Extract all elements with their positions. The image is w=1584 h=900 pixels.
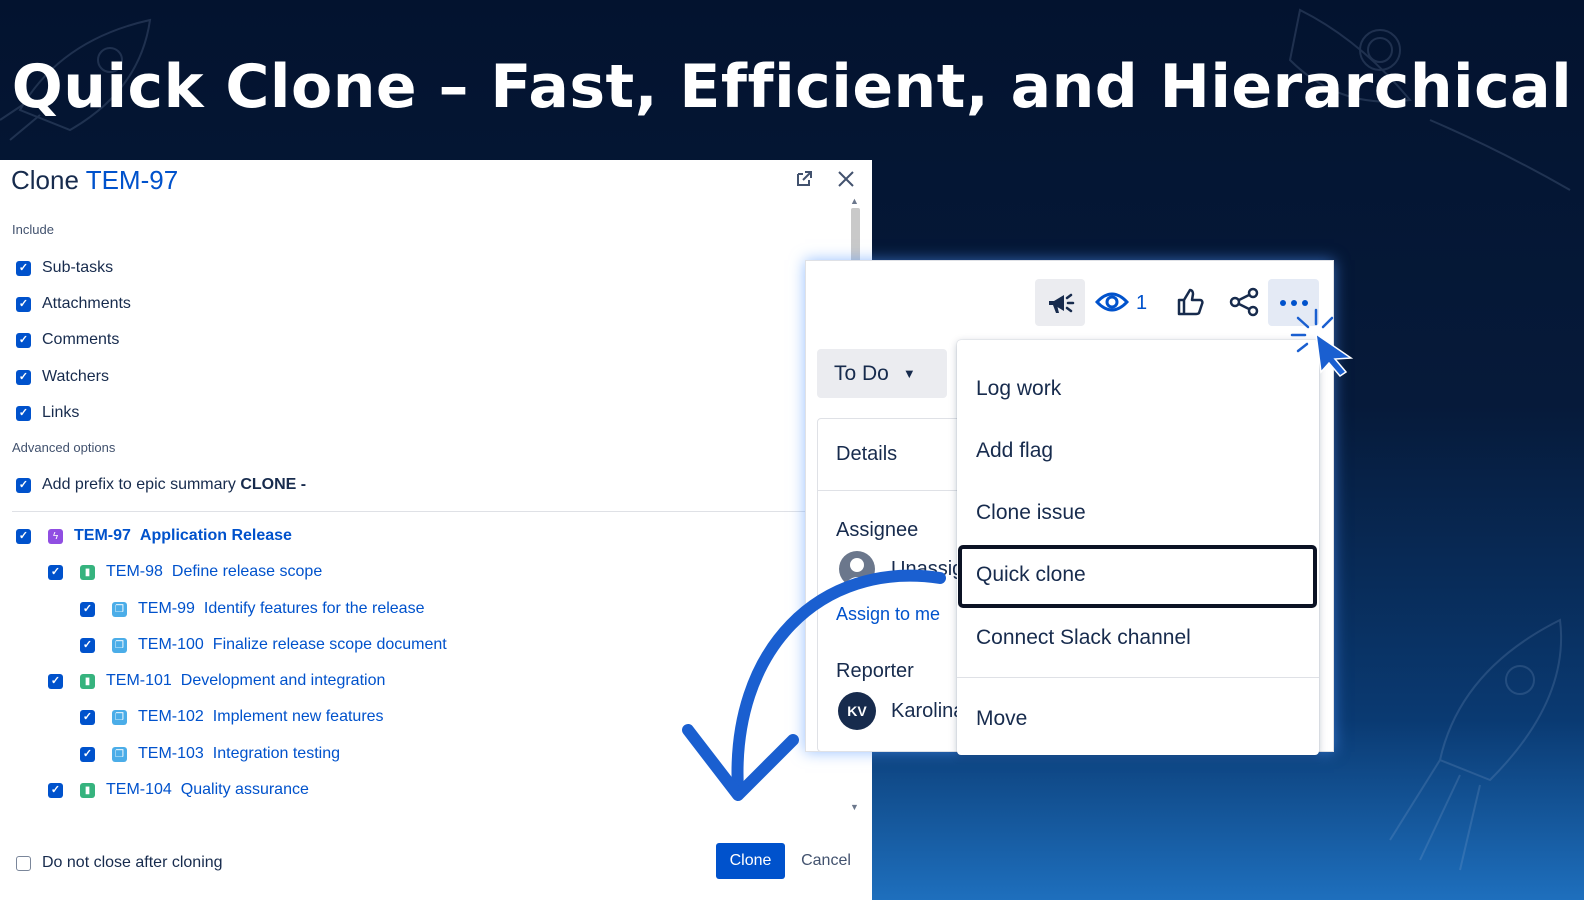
curved-arrow-icon [682, 569, 946, 801]
